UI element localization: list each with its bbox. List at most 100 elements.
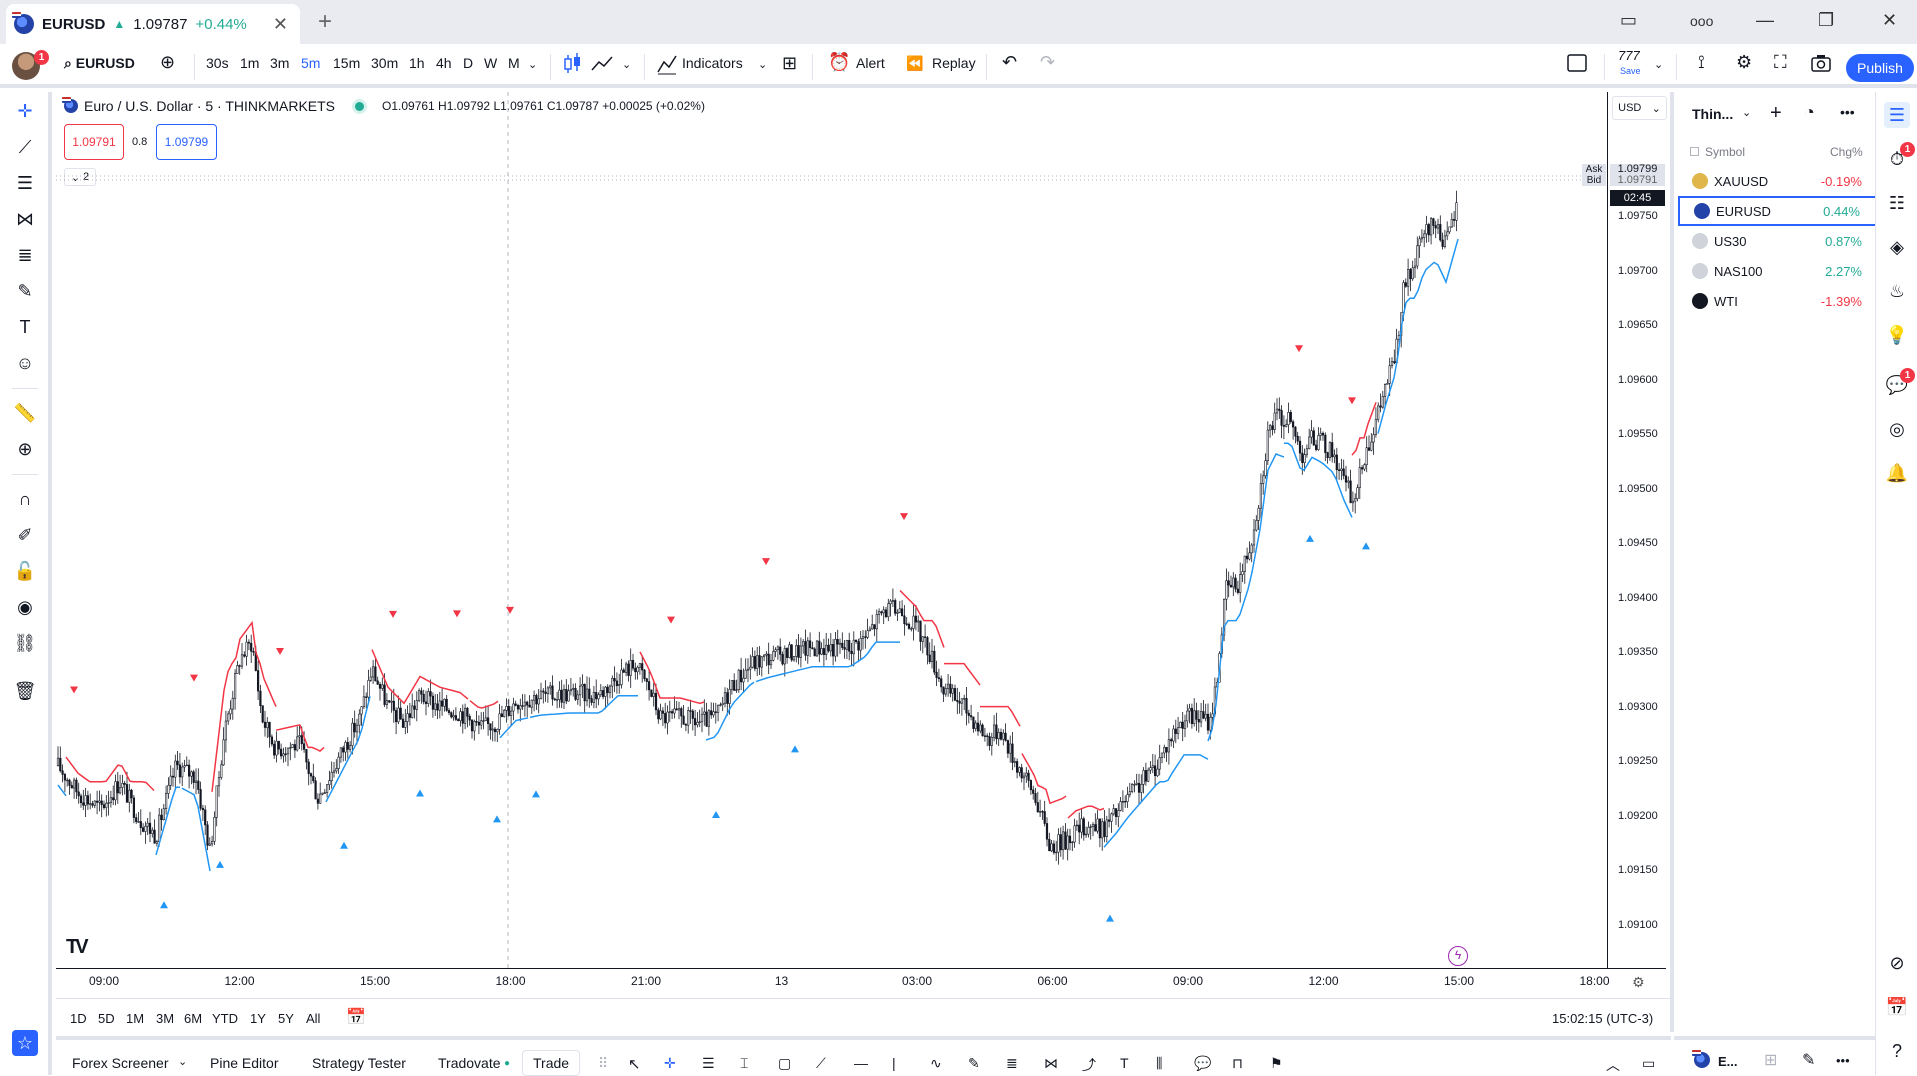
range-all[interactable]: All [306, 1011, 320, 1026]
watchlist-row-xauusd[interactable]: XAUUSD -0.19% [1678, 166, 1878, 196]
calendar-icon[interactable]: 📅 [346, 1007, 366, 1027]
interval-4h[interactable]: 4h [436, 55, 452, 71]
camera-icon[interactable] [1810, 52, 1832, 77]
watchlist-row-wti[interactable]: WTI -1.39% [1678, 286, 1878, 316]
interval-w[interactable]: W [484, 55, 497, 71]
help-icon[interactable]: ? [1884, 1038, 1910, 1064]
emoji-icon[interactable]: ☺ [12, 350, 38, 376]
replay-button[interactable]: Replay [932, 55, 976, 71]
candles-icon[interactable] [562, 52, 582, 79]
lightning-icon[interactable]: ϟ [1448, 946, 1468, 966]
currency-selector[interactable]: USD ⌄ [1612, 96, 1667, 120]
line-chart-icon[interactable] [590, 52, 614, 79]
tab-trade[interactable]: Trade [522, 1050, 581, 1076]
indicators-icon[interactable] [656, 52, 678, 79]
column-symbol-header[interactable]: Symbol [1690, 145, 1745, 159]
price-axis[interactable] [1607, 92, 1667, 968]
range-5y[interactable]: 5Y [278, 1011, 294, 1026]
hotlist-fire-icon[interactable]: ♨ [1884, 278, 1910, 304]
alert-button[interactable]: Alert [856, 55, 885, 71]
trend-line-icon[interactable]: ⟋ [12, 134, 38, 160]
pattern-icon[interactable]: ⋈ [12, 206, 38, 232]
news-icon[interactable]: ☷ [1884, 190, 1910, 216]
tab-pine-editor[interactable]: Pine Editor [210, 1055, 278, 1071]
flag-icon[interactable]: ⚑ [1270, 1055, 1283, 1072]
restore-icon[interactable]: ❐ [1818, 10, 1834, 31]
horizontal-line-icon[interactable]: — [854, 1055, 868, 1071]
range-1d[interactable]: 1D [70, 1011, 87, 1026]
interval-d[interactable]: D [463, 55, 473, 71]
grid-icon[interactable]: ⊞ [1764, 1050, 1777, 1070]
layouts-grid-icon[interactable]: ⊞ [782, 53, 797, 74]
chevron-down-icon[interactable]: ⌄ [622, 58, 631, 71]
range-6m[interactable]: 6M [184, 1011, 202, 1026]
clock-label[interactable]: 15:02:15 (UTC-3) [1552, 1011, 1653, 1026]
chevron-down-icon[interactable]: ⌄ [1742, 106, 1751, 119]
eye-icon[interactable]: ◉ [12, 594, 38, 620]
range-1m[interactable]: 1M [126, 1011, 144, 1026]
advanced-view-icon[interactable]: ◔ [1804, 102, 1815, 123]
more-icon[interactable]: ooo [1690, 13, 1713, 29]
fullscreen-icon[interactable]: ⛶ [1774, 52, 1787, 73]
watchlist-title[interactable]: Thin... [1692, 106, 1733, 122]
compare-add-icon[interactable]: ⊕ [160, 52, 175, 73]
interval-3m[interactable]: 3m [270, 55, 289, 71]
magnet-icon[interactable]: ∩ [12, 486, 38, 512]
chevron-down-icon[interactable]: ⌄ [528, 58, 537, 71]
watchlist-row-nas100[interactable]: NAS100 2.27% [1678, 256, 1878, 286]
streams-icon[interactable]: ◎ [1884, 416, 1910, 442]
brush-icon[interactable]: ✎ [968, 1055, 980, 1072]
watchlist-row-us30[interactable]: US30 0.87% [1678, 226, 1878, 256]
rectangle-icon[interactable]: ▢ [778, 1055, 791, 1072]
browser-tab[interactable]: EURUSD ▲ 1.09787 +0.44% ✕ [6, 4, 300, 44]
buy-price-box[interactable]: 1.09799 [156, 124, 217, 160]
range-5d[interactable]: 5D [98, 1011, 115, 1026]
fib-retracement-icon[interactable]: ≣ [12, 242, 38, 268]
watchlist-icon[interactable]: ☰ [1884, 102, 1910, 128]
chevron-down-icon[interactable]: ⌄ [1654, 58, 1663, 71]
trash-icon[interactable]: 🗑 [12, 678, 38, 704]
vertical-text-icon[interactable]: ⌶ [740, 1055, 748, 1072]
tab-strategy-tester[interactable]: Strategy Tester [312, 1055, 406, 1071]
zoom-in-icon[interactable]: ⊕ [12, 436, 38, 462]
interval-5m[interactable]: 5m [301, 55, 320, 71]
undo-icon[interactable]: ↶ [1002, 52, 1017, 73]
gann-icon[interactable]: ⋈ [1044, 1055, 1058, 1072]
calendar-icon[interactable]: 📅 [1884, 994, 1910, 1020]
interval-1m[interactable]: 1m [240, 55, 259, 71]
chevron-up-icon[interactable]: ︿ [1606, 1055, 1620, 1075]
rewind-icon[interactable]: ⏪ [906, 55, 923, 72]
close-tab-icon[interactable]: ✕ [273, 14, 288, 35]
brush-icon[interactable]: ✎ [12, 278, 38, 304]
minimize-icon[interactable]: — [1756, 10, 1774, 31]
watchlist-row-eurusd[interactable]: EURUSD 0.44% [1678, 196, 1878, 226]
text-tool-icon[interactable]: T [12, 314, 38, 340]
tab-forex-screener[interactable]: Forex Screener [72, 1055, 168, 1071]
horizontal-lines-icon[interactable]: ☰ [702, 1055, 715, 1072]
indicators-button[interactable]: Indicators [682, 55, 743, 71]
cursor-icon[interactable]: ↖ [628, 1055, 641, 1073]
add-symbol-icon[interactable]: + [1770, 102, 1782, 125]
symbol-search-button[interactable]: ⌕ EURUSD [64, 55, 135, 72]
layers-icon[interactable]: ◈ [1884, 234, 1910, 260]
drag-handle-icon[interactable]: ⠿ [598, 1055, 608, 1072]
bars-pattern-icon[interactable]: ⫼ [1156, 1055, 1162, 1072]
settings-gear-icon[interactable]: ⚙ [1632, 974, 1645, 991]
forecast-icon[interactable]: ⤴ [1082, 1055, 1096, 1075]
ideas-lightbulb-icon[interactable]: 💡 [1884, 322, 1910, 348]
edit-icon[interactable]: ✎ [1802, 1050, 1815, 1070]
redo-icon[interactable]: ↷ [1040, 52, 1055, 73]
more-icon[interactable]: ••• [1836, 1053, 1850, 1068]
range-1y[interactable]: 1Y [250, 1011, 266, 1026]
lock-pencil-icon[interactable]: ✐ [12, 522, 38, 548]
trend-line-icon[interactable]: ⟋ [816, 1055, 826, 1072]
chevron-down-icon[interactable]: ⌄ [178, 1055, 187, 1068]
tradingview-logo[interactable]: TV [66, 936, 88, 959]
vertical-line-icon[interactable]: | [892, 1055, 896, 1071]
more-icon[interactable]: ••• [1840, 104, 1855, 120]
interval-m[interactable]: M [508, 55, 520, 71]
signpost-icon[interactable]: ⊓ [1232, 1055, 1243, 1072]
save-label[interactable]: Save [1620, 66, 1641, 76]
star-watchlist-icon[interactable]: ☆ [12, 1030, 38, 1056]
interval-1h[interactable]: 1h [409, 55, 425, 71]
